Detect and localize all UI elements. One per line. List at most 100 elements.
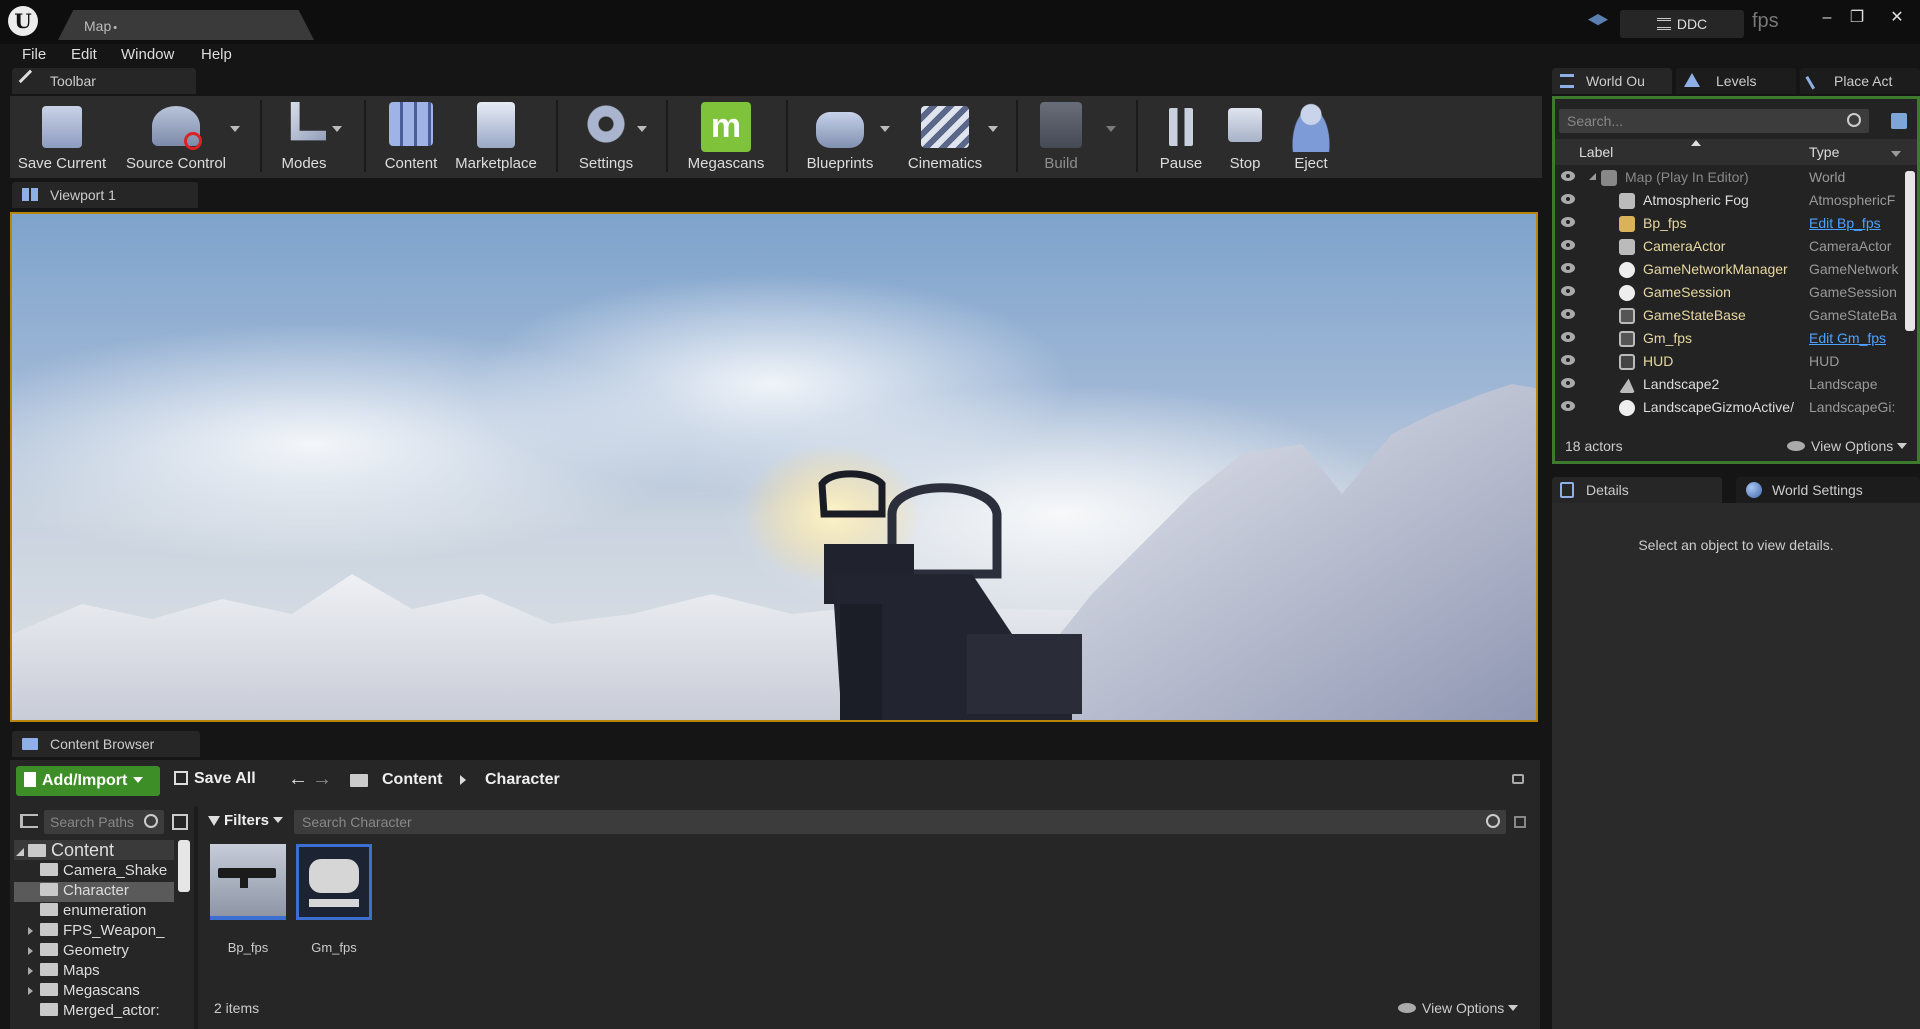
tree-scrollbar[interactable]	[178, 840, 190, 892]
restore-button[interactable]: ❐	[1846, 8, 1868, 28]
asset-tile-bp-fps[interactable]	[210, 844, 286, 920]
menu-window[interactable]: Window	[121, 46, 174, 63]
tree-item-geometry[interactable]: Geometry	[28, 942, 129, 962]
save-all-button[interactable]: Save All	[174, 770, 256, 788]
edit-gm-fps-link[interactable]: Edit Gm_fps	[1809, 330, 1903, 346]
visibility-icon[interactable]	[1561, 263, 1575, 273]
collections-toggle-icon[interactable]	[172, 814, 188, 830]
pause-button[interactable]: Pause	[1152, 100, 1210, 174]
eject-button[interactable]: Eject	[1282, 100, 1340, 174]
visibility-icon[interactable]	[1561, 240, 1575, 250]
visibility-icon[interactable]	[1561, 355, 1575, 365]
outliner-list: Map (Play In Editor) World Atmospheric Fo…	[1555, 167, 1905, 427]
source-control-button[interactable]: Source Control	[120, 100, 232, 174]
folder-icon	[40, 963, 58, 976]
search-icon	[144, 814, 158, 828]
build-dropdown-icon[interactable]	[1106, 126, 1116, 132]
visibility-icon[interactable]	[1561, 309, 1575, 319]
tab-levels[interactable]: Levels	[1676, 68, 1796, 94]
asset-tile-gm-fps[interactable]	[296, 844, 372, 920]
asset-search-input[interactable]: Search Character	[294, 810, 1506, 834]
menu-file[interactable]: File	[22, 46, 46, 63]
tab-details[interactable]: Details	[1552, 477, 1722, 503]
content-browser-tab[interactable]: Content Browser	[12, 731, 200, 757]
minimize-button[interactable]: –	[1816, 8, 1838, 28]
filters-button[interactable]: Filters	[208, 812, 284, 829]
close-button[interactable]: ✕	[1886, 8, 1908, 28]
content-button[interactable]: Content	[372, 100, 450, 174]
forward-arrow-icon[interactable]: →	[312, 768, 332, 791]
tree-item-content[interactable]: Content	[14, 840, 174, 860]
outliner-row-landscape2[interactable]: Landscape2 Landscape	[1555, 374, 1905, 397]
outliner-row-hud[interactable]: HUD HUD	[1555, 351, 1905, 374]
add-actor-icon[interactable]	[1891, 113, 1907, 129]
column-dropdown-icon[interactable]	[1891, 151, 1901, 157]
modes-button[interactable]: Modes	[268, 100, 340, 174]
level-tab[interactable]: Map •	[58, 10, 314, 40]
visibility-icon[interactable]	[1561, 194, 1575, 204]
visibility-icon[interactable]	[1561, 401, 1575, 411]
tab-world-outliner[interactable]: World Ou	[1552, 68, 1672, 94]
blueprints-dropdown-icon[interactable]	[880, 126, 890, 132]
column-type[interactable]: Type	[1809, 144, 1839, 160]
lock-icon[interactable]	[1512, 774, 1524, 784]
tree-item-maps[interactable]: Maps	[28, 962, 100, 982]
sources-splitter[interactable]	[194, 806, 198, 1029]
toolbar-tab[interactable]: Toolbar	[12, 68, 196, 94]
outliner-row-landscape-gizmo[interactable]: LandscapeGizmoActive/LandscapeGi:	[1555, 397, 1905, 420]
outliner-row-atmospheric-fog[interactable]: Atmospheric Fog AtmosphericF	[1555, 190, 1905, 213]
tab-world-settings[interactable]: World Settings	[1736, 477, 1920, 503]
edit-bp-fps-link[interactable]: Edit Bp_fps	[1809, 215, 1903, 231]
outliner-row-camera-actor[interactable]: CameraActor CameraActor	[1555, 236, 1905, 259]
tree-item-character[interactable]: Character	[14, 882, 174, 902]
outliner-row-gm-fps[interactable]: Gm_fps Edit Gm_fps	[1555, 328, 1905, 351]
outliner-row-bp-fps[interactable]: Bp_fps Edit Bp_fps	[1555, 213, 1905, 236]
tree-item-camera-shake[interactable]: Camera_Shake	[40, 862, 167, 882]
blueprints-button[interactable]: Blueprints	[796, 100, 884, 174]
build-button[interactable]: Build	[1026, 100, 1096, 174]
outliner-row-map[interactable]: Map (Play In Editor) World	[1555, 167, 1905, 190]
visibility-icon[interactable]	[1561, 217, 1575, 227]
tree-item-merged-actor[interactable]: Merged_actor:	[40, 1002, 160, 1022]
outliner-row-game-network-manager[interactable]: GameNetworkManager GameNetwork	[1555, 259, 1905, 282]
breadcrumb-content[interactable]: Content	[382, 771, 442, 789]
content-view-options-button[interactable]: View Options	[1398, 1000, 1519, 1016]
outliner-view-options-button[interactable]: View Options	[1787, 438, 1908, 454]
settings-dropdown-icon[interactable]	[637, 126, 647, 132]
game-viewport[interactable]	[10, 212, 1538, 722]
tree-item-fps-weapon[interactable]: FPS_Weapon_	[28, 922, 164, 942]
settings-button[interactable]: Settings	[564, 100, 648, 174]
outliner-row-game-session[interactable]: GameSession GameSession	[1555, 282, 1905, 305]
source-control-dropdown-icon[interactable]	[230, 126, 240, 132]
marketplace-button[interactable]: Marketplace	[452, 100, 540, 174]
tree-item-megascans[interactable]: Megascans	[28, 982, 140, 1002]
visibility-icon[interactable]	[1561, 378, 1575, 388]
save-search-icon[interactable]	[1514, 816, 1526, 828]
tree-item-label: Camera_Shake	[63, 862, 168, 879]
cinematics-dropdown-icon[interactable]	[988, 126, 998, 132]
rifle-grip-shape	[240, 876, 248, 888]
outliner-search-input[interactable]: Search...	[1559, 109, 1869, 133]
visibility-icon[interactable]	[1561, 332, 1575, 342]
menu-edit[interactable]: Edit	[71, 46, 97, 63]
visibility-icon[interactable]	[1561, 286, 1575, 296]
modes-dropdown-icon[interactable]	[332, 126, 342, 132]
tab-place-actors[interactable]: Place Act	[1800, 68, 1920, 94]
stop-button[interactable]: Stop	[1218, 100, 1272, 174]
outliner-scrollbar[interactable]	[1905, 171, 1915, 331]
save-current-button[interactable]: Save Current	[16, 100, 108, 174]
outliner-row-label: LandscapeGizmoActive/	[1643, 399, 1794, 415]
menu-help[interactable]: Help	[201, 46, 232, 63]
visibility-icon[interactable]	[1561, 171, 1575, 181]
back-arrow-icon[interactable]: ←	[288, 768, 308, 791]
megascans-button[interactable]: m Megascans	[678, 100, 774, 174]
ddc-button[interactable]: DDC	[1620, 10, 1744, 38]
sources-toggle-icon[interactable]	[20, 814, 38, 828]
breadcrumb-character[interactable]: Character	[485, 771, 560, 789]
column-label[interactable]: Label	[1579, 144, 1613, 160]
cinematics-button[interactable]: Cinematics	[898, 100, 992, 174]
outliner-row-game-state-base[interactable]: GameStateBase GameStateBa	[1555, 305, 1905, 328]
tree-item-enumeration[interactable]: enumeration	[40, 902, 146, 922]
viewport-tab[interactable]: Viewport 1	[12, 182, 198, 208]
add-import-button[interactable]: Add/Import	[16, 766, 160, 796]
